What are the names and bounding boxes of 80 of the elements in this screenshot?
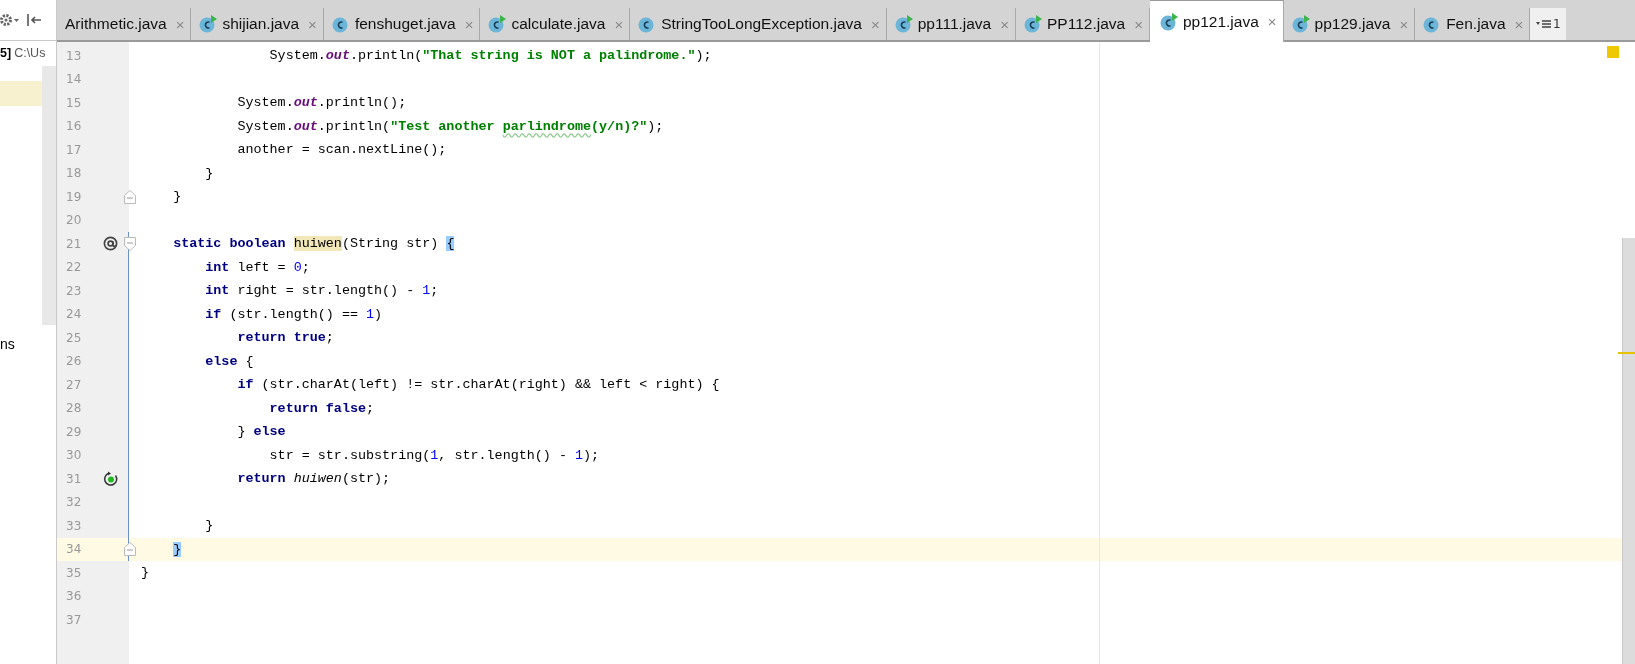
line-number: 21 <box>65 236 83 251</box>
line-number: 30 <box>65 448 83 463</box>
scrollbar[interactable] <box>42 66 56 325</box>
line-number: 14 <box>65 72 83 87</box>
code-line: System.out.println(); <box>236 94 407 112</box>
class-run-icon <box>1159 12 1178 31</box>
code-line: str = str.substring(1, str.length() - 1); <box>268 446 600 465</box>
tab-label: calculate.java <box>511 15 606 33</box>
tab-label: StringTooLongException.java <box>661 15 862 33</box>
tab-label: pp129.java <box>1314 15 1391 33</box>
line-number: 35 <box>65 565 83 580</box>
line-number: 25 <box>65 330 83 345</box>
code-line: if (str.charAt(left) != str.charAt(right) && left < right) { <box>236 376 720 394</box>
line-number: 36 <box>65 589 83 604</box>
code-line: System.out.println("Test another parlindrome(y/n)?"); <box>236 117 664 136</box>
line-number: 34 <box>65 542 83 557</box>
class-run-icon <box>1291 15 1310 33</box>
line-number: 17 <box>65 142 83 157</box>
line-number: 33 <box>65 518 83 533</box>
scrollbar[interactable] <box>1622 238 1635 664</box>
tab-label: Arithmetic.java <box>65 15 167 33</box>
line-number: 13 <box>65 48 83 63</box>
code-line: another = scan.nextLine(); <box>236 141 447 159</box>
fold-marker-icon[interactable] <box>124 542 136 557</box>
line-number: 31 <box>65 471 83 486</box>
line-number: 23 <box>65 283 83 298</box>
line-number: 19 <box>65 189 83 204</box>
code-line: } <box>204 164 214 183</box>
code-line: int right = str.length() - 1; <box>204 282 439 300</box>
tab-label: fenshuget.java <box>354 15 456 33</box>
warning-stripe[interactable] <box>1618 352 1635 354</box>
code-line: } <box>204 517 214 535</box>
line-number: 22 <box>65 260 83 275</box>
editor-tab[interactable]: pp121.java × <box>1149 0 1284 42</box>
line-number: 26 <box>65 354 83 369</box>
list-caret-icon <box>1536 19 1553 29</box>
recursion-icon[interactable] <box>102 470 119 487</box>
at-sign-icon[interactable] <box>103 236 118 252</box>
class-run-icon <box>1024 15 1042 33</box>
class-run-icon <box>199 15 218 33</box>
line-number: 28 <box>65 401 83 416</box>
code-line: System.out.println("That string is NOT a palindrome."); <box>268 47 712 65</box>
line-number: 37 <box>65 612 83 627</box>
project-tree-item[interactable]: ns <box>0 332 42 357</box>
hide-panel-icon[interactable] <box>26 13 42 27</box>
project-path: C:\Us <box>14 46 46 60</box>
code-line: } else <box>236 423 286 441</box>
tab-label: pp121.java <box>1182 12 1259 31</box>
line-number: 29 <box>65 424 83 439</box>
code-line: return false; <box>268 399 375 418</box>
class-run-icon <box>488 15 507 33</box>
tab-label: pp111.java <box>917 15 992 33</box>
close-tab-button[interactable]: × <box>1267 13 1277 30</box>
project-label: 5] <box>0 46 12 60</box>
code-line: return huiwen(str); <box>236 470 391 488</box>
code-line: if (str.length() == 1) <box>204 305 383 324</box>
code-line: int left = 0; <box>204 258 310 277</box>
code-line: } <box>141 564 150 582</box>
tab-label: Fen.java <box>1446 15 1506 33</box>
line-number: 32 <box>65 495 83 510</box>
class-icon <box>331 15 350 33</box>
tab-label: shijian.java <box>222 15 300 33</box>
line-number: 16 <box>65 119 83 134</box>
project-tree-item[interactable] <box>0 81 42 106</box>
line-number: 15 <box>65 95 83 110</box>
tab-list-button[interactable]: 1 <box>1530 8 1567 40</box>
line-number: 20 <box>65 213 83 228</box>
code-line: return true; <box>236 329 334 347</box>
code-line: static boolean huiwen(String str) { <box>172 235 455 253</box>
code-line: else { <box>204 352 254 371</box>
line-number: 18 <box>65 166 83 181</box>
inspection-status-icon[interactable] <box>1607 46 1619 58</box>
line-number: 24 <box>65 307 83 322</box>
code-line: } <box>172 188 182 206</box>
settings-icon[interactable] <box>0 13 20 27</box>
fold-marker-icon[interactable] <box>124 236 136 251</box>
fold-marker-icon[interactable] <box>124 189 136 204</box>
class-run-icon <box>894 15 913 33</box>
line-number: 27 <box>65 377 83 392</box>
tab-label: PP112.java <box>1047 15 1126 33</box>
